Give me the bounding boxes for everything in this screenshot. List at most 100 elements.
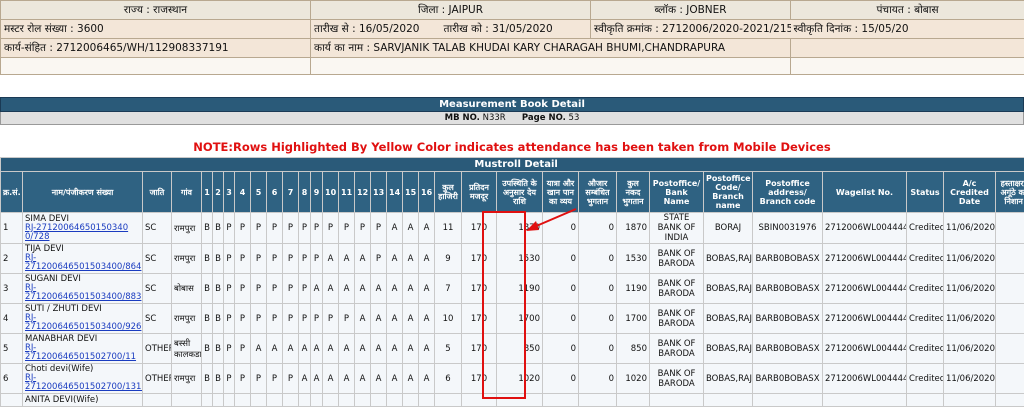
credited-date-cell: 11/06/2020: [944, 274, 996, 304]
name-cell: SUTI / ZHUTI DEVIRJ-271200646501503400/9…: [23, 304, 143, 334]
column-header: जाति: [143, 172, 172, 213]
registration-link[interactable]: RJ-271200646501502700/1313: [25, 373, 143, 392]
attendance-cell: A: [355, 364, 371, 394]
column-header: कुल नकद भुगतान: [617, 172, 650, 213]
credited-date-cell: 11/06/2020: [944, 304, 996, 334]
registration-link[interactable]: RJ-27120064650150340​0/728: [25, 223, 128, 242]
attendance-cell: A: [323, 334, 339, 364]
attendance-cell: B: [202, 274, 213, 304]
village-cell: बोबास: [172, 274, 202, 304]
attendance-cell: P: [251, 274, 267, 304]
daily-rate-cell: 170: [462, 364, 497, 394]
branch-cell: BOBAS,RAJ: [704, 274, 753, 304]
table-row: 1SIMA DEVIRJ-27120064650150340​0/728SCरा…: [1, 213, 1024, 244]
amount-cell: 1530: [497, 244, 543, 274]
attendance-cell: B: [213, 304, 224, 334]
branch-code-cell: BARB0BOBASX: [753, 274, 823, 304]
signature-cell: [996, 213, 1024, 244]
worker-name: SUTI / ZHUTI DEVI: [25, 305, 140, 314]
attendance-cell: P: [235, 334, 251, 364]
registration-link[interactable]: RJ-271200646501503400/926: [25, 313, 141, 332]
column-header: 16: [419, 172, 435, 213]
registration-link[interactable]: RJ-271200646501503400/864: [25, 253, 141, 272]
bank-cell: BANK OF BARODA: [650, 334, 704, 364]
state-cell: राज्य : राजस्थान: [1, 1, 311, 20]
column-header: 3: [224, 172, 235, 213]
empty-cell: [299, 394, 311, 407]
serial-cell: 6: [1, 364, 23, 394]
empty-cell: [202, 394, 213, 407]
registration-link[interactable]: RJ-271200646501502700/11: [25, 343, 136, 362]
total-days-cell: 11: [435, 213, 462, 244]
empty-cell: [617, 394, 650, 407]
amount-cell: 1020: [497, 364, 543, 394]
attendance-cell: A: [371, 364, 387, 394]
empty-cell: [339, 394, 355, 407]
bank-cell: BANK OF BARODA: [650, 364, 704, 394]
attendance-cell: A: [403, 364, 419, 394]
attendance-cell: P: [323, 213, 339, 244]
empty-cell: [543, 394, 579, 407]
arrow-annotation-icon: [520, 206, 580, 236]
attendance-cell: P: [267, 274, 283, 304]
attendance-cell: A: [299, 334, 311, 364]
name-cell: ANITA DEVI(Wife): [23, 394, 143, 407]
empty-cell: [403, 394, 419, 407]
page-label: Page NO.: [522, 113, 566, 123]
attendance-cell: B: [213, 244, 224, 274]
attendance-cell: A: [419, 334, 435, 364]
credited-date-cell: 11/06/2020: [944, 334, 996, 364]
column-header: क्र.सं.: [1, 172, 23, 213]
caste-cell: OTHER: [143, 334, 172, 364]
sanction-date: स्वीकृति दिनांक : 15/05/20: [791, 20, 1024, 39]
attendance-cell: A: [387, 274, 403, 304]
attendance-cell: P: [235, 364, 251, 394]
column-header: Postoffice/ Bank Name: [650, 172, 704, 213]
amount-cell: 850: [497, 334, 543, 364]
tools-cell: 0: [579, 213, 617, 244]
empty-cell: [823, 394, 907, 407]
serial-cell: [1, 394, 23, 407]
empty-cell: [267, 394, 283, 407]
attendance-cell: B: [202, 304, 213, 334]
attendance-cell: A: [355, 304, 371, 334]
travel-cell: 0: [543, 304, 579, 334]
travel-cell: 0: [543, 364, 579, 394]
column-header: 12: [355, 172, 371, 213]
date-from: तारीख से : 16/05/2020: [311, 20, 441, 39]
empty-cell: [311, 394, 323, 407]
column-header: औजार सम्बंधित भुगतान: [579, 172, 617, 213]
status-cell: Credited: [907, 274, 944, 304]
table-row: 4SUTI / ZHUTI DEVIRJ-271200646501503400/…: [1, 304, 1024, 334]
attendance-cell: P: [224, 244, 235, 274]
attendance-cell: P: [251, 244, 267, 274]
attendance-cell: P: [235, 213, 251, 244]
mb-label: MB NO.: [445, 113, 480, 123]
attendance-cell: P: [299, 274, 311, 304]
mobile-attendance-note: NOTE:Rows Highlighted By Yellow Color in…: [0, 140, 1024, 154]
cash-cell: 1870: [617, 213, 650, 244]
attendance-cell: B: [213, 213, 224, 244]
attendance-cell: A: [355, 244, 371, 274]
travel-cell: 0: [543, 244, 579, 274]
credited-date-cell: 11/06/2020: [944, 364, 996, 394]
attendance-cell: A: [355, 274, 371, 304]
table-row: 5MANABHAR DEVIRJ-271200646501502700/11OT…: [1, 334, 1024, 364]
name-cell: SIMA DEVIRJ-27120064650150340​0/728: [23, 213, 143, 244]
attendance-cell: A: [355, 334, 371, 364]
name-cell: SUGANI DEVIRJ-271200646501503400/883: [23, 274, 143, 304]
caste-cell: SC: [143, 213, 172, 244]
registration-link[interactable]: RJ-271200646501503400/883: [25, 283, 141, 302]
cash-cell: 1700: [617, 304, 650, 334]
mustroll-title: Mustroll Detail: [1, 158, 1024, 172]
total-days-cell: 5: [435, 334, 462, 364]
column-header: हस्ताक्षर/ अगूंठे का निशान: [996, 172, 1024, 213]
attendance-cell: B: [213, 364, 224, 394]
column-header: 15: [403, 172, 419, 213]
travel-cell: 0: [543, 274, 579, 304]
column-header: 4: [235, 172, 251, 213]
attendance-cell: A: [339, 334, 355, 364]
empty-cell: [224, 394, 235, 407]
attendance-cell: A: [387, 213, 403, 244]
worker-name: TIJA DEVI: [25, 245, 140, 254]
